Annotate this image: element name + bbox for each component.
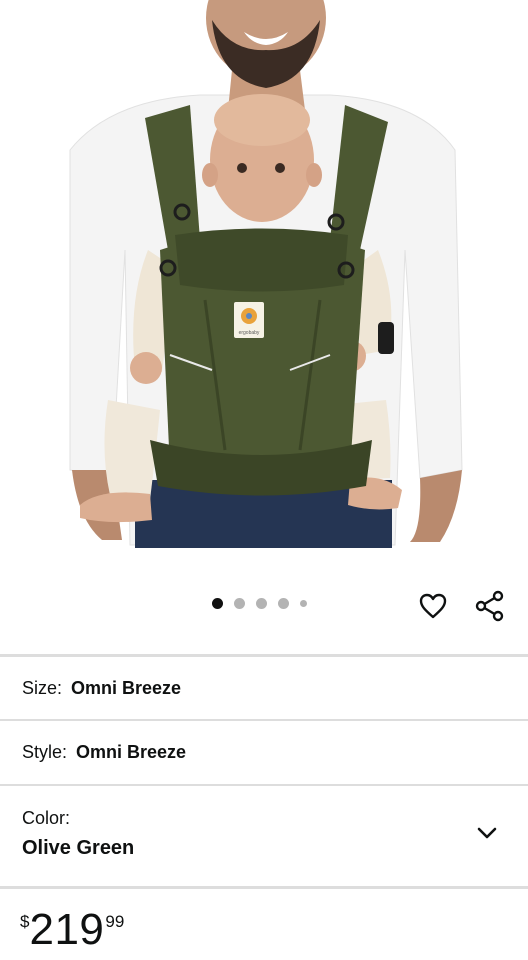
pagination-dot-2[interactable] [234,598,245,609]
price-fraction: 99 [105,912,125,931]
size-label: Size: [22,677,63,698]
size-value: Omni Breeze [71,677,182,698]
favorite-button[interactable] [413,586,453,626]
style-selector[interactable]: Style: Omni Breeze [0,721,528,784]
divider [0,886,528,889]
pagination-dot-5[interactable] [300,600,307,607]
chevron-down-icon[interactable] [474,820,500,846]
logo-tag-text: ergobaby [239,330,260,336]
pagination-dot-3[interactable] [256,598,267,609]
product-image[interactable]: ergobaby [0,0,528,548]
share-icon [475,590,504,622]
heart-icon [419,593,447,619]
color-value: Olive Green [22,837,135,859]
pagination-dot-1[interactable] [212,598,223,609]
color-selector[interactable]: Color: Olive Green [0,786,528,886]
price: $ 219 99 [20,906,124,958]
size-selector[interactable]: Size: Omni Breeze [0,657,528,719]
style-label: Style: [22,742,68,762]
image-pagination[interactable] [212,598,307,609]
price-currency: $ [20,912,30,931]
share-button[interactable] [470,586,510,626]
color-label: Color: [22,808,71,828]
style-value: Omni Breeze [76,742,187,762]
gallery-controls [0,578,528,630]
pagination-dot-4[interactable] [278,598,289,609]
price-whole: 219 [29,905,105,954]
